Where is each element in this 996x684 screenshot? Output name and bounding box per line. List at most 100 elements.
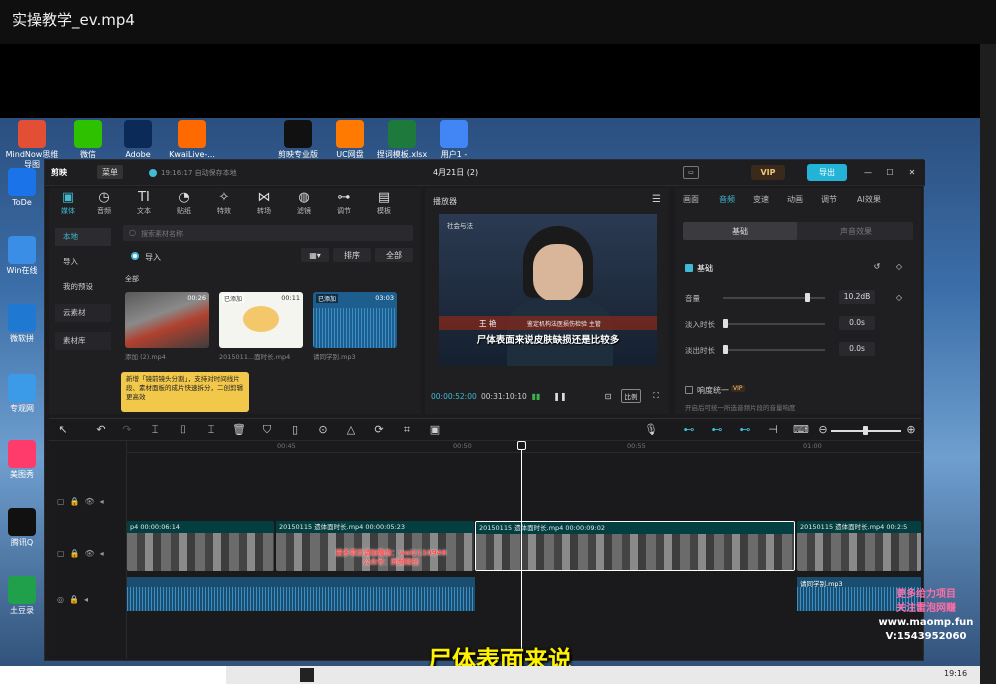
search-input[interactable]: ○ 搜索素材名称 [123, 225, 413, 241]
track-controls-3[interactable]: ◎🔒◂ [57, 595, 93, 604]
export-button[interactable]: 导出 [807, 164, 847, 181]
split-left-icon[interactable]: ⌷ [175, 423, 191, 437]
tool-audio[interactable]: ◷ 音频 [89, 190, 119, 216]
caption-icon[interactable]: ⌨ [793, 423, 809, 436]
tool-filter[interactable]: ◍ 滤镜 [289, 190, 319, 216]
subtab-sound-effect[interactable]: 声音效果 [799, 222, 913, 240]
fullscreen-icon[interactable]: ⛶ [649, 389, 663, 403]
tool-adjust[interactable]: ⊶ 调节 [329, 190, 359, 216]
fadein-slider-knob[interactable] [723, 319, 728, 328]
desktop-icon-win[interactable]: Win在线 [2, 236, 42, 276]
taskbar-search[interactable] [0, 666, 226, 684]
tool-template[interactable]: ▤ 模板 [369, 190, 399, 216]
zoom-slider-knob[interactable] [863, 426, 868, 435]
fadeout-slider-knob[interactable] [723, 345, 728, 354]
delete-icon[interactable]: 🗑 [231, 423, 247, 436]
import-radio-icon[interactable] [131, 252, 139, 260]
desktop-icon-xlsx[interactable]: 捏词模板.xlsx [374, 120, 430, 160]
desktop-icon-kwailive[interactable]: KwaiLive-... [164, 120, 220, 160]
link-icon[interactable]: ⊷ [737, 423, 753, 436]
import-label[interactable]: 导入 [145, 252, 161, 263]
desktop-icon-meitu[interactable]: 美图秀 [2, 440, 42, 480]
reverse-icon[interactable]: ⊙ [315, 423, 331, 436]
undo-icon[interactable]: ↶ [93, 423, 109, 436]
tab-animation[interactable]: 动画 [787, 194, 803, 205]
menu-button[interactable]: 菜单 [97, 165, 123, 179]
view-toggle-icon[interactable]: ▦▾ [301, 248, 329, 262]
track-controls-2[interactable]: ▢🔒👁◂ [57, 549, 109, 558]
sidebar-item-presets[interactable]: 我的预设 [55, 278, 111, 296]
desktop-icon-browser[interactable]: 专观网 [2, 374, 42, 414]
split-right-icon[interactable]: ⌶ [203, 423, 219, 437]
maximize-icon[interactable]: ☐ [883, 165, 897, 179]
filter-all-button[interactable]: 全部 [375, 248, 413, 262]
track-controls-1[interactable]: ▢🔒👁◂ [57, 497, 109, 506]
fadeout-slider[interactable] [723, 349, 825, 351]
ratio-button[interactable]: 比例 [621, 389, 641, 403]
volume-value[interactable]: 10.2dB [839, 290, 875, 304]
freeze-icon[interactable]: ▯ [287, 423, 303, 436]
fadeout-value[interactable]: 0.0s [839, 342, 875, 356]
keyframe-icon[interactable]: ◇ [893, 260, 905, 272]
video-clip-4[interactable]: 20150115 遗体面时长.mp4 00:2:5 [797, 521, 921, 571]
tab-speed[interactable]: 变速 [753, 194, 769, 205]
desktop-icon-jianying[interactable]: 剪映专业版 [270, 120, 326, 160]
video-clip-2[interactable]: 20150115 遗体面时长.mp4 00:00:05:23 更多项目请加微信：… [276, 521, 474, 571]
crop-icon[interactable]: ⌗ [399, 423, 415, 437]
sidebar-item-library[interactable]: 素材库 [55, 332, 111, 350]
tool-text[interactable]: TI 文本 [129, 190, 159, 216]
sidebar-item-local[interactable]: 本地 [55, 228, 111, 246]
sidebar-item-cloud[interactable]: 云素材 [55, 304, 111, 322]
media-thumb-3[interactable]: 已添加 03:03 [313, 292, 397, 348]
normalize-checkbox[interactable] [685, 386, 693, 394]
subtab-basic[interactable]: 基础 [683, 222, 797, 240]
tool-sticker[interactable]: ◔ 贴纸 [169, 190, 199, 216]
taskbar-app-icon[interactable] [300, 668, 314, 682]
basic-checkbox[interactable] [685, 264, 693, 272]
select-tool-icon[interactable]: ↖ [55, 423, 71, 436]
media-thumb-2[interactable]: 已添加 00:11 [219, 292, 303, 348]
desktop-icon-todesk[interactable]: ToDe [2, 168, 42, 208]
sort-button[interactable]: 排序 [333, 248, 371, 262]
sidebar-item-import[interactable]: 导入 [55, 253, 111, 271]
video-clip-1[interactable]: p4 00:00:06:14 [127, 521, 274, 571]
auto-snap-icon[interactable]: ⊷ [709, 423, 725, 436]
tool-effects[interactable]: ✧ 特效 [209, 190, 239, 216]
fadein-value[interactable]: 0.0s [839, 316, 875, 330]
fadein-slider[interactable] [723, 323, 825, 325]
tool-transition[interactable]: ⋈ 转场 [249, 190, 279, 216]
playhead[interactable] [521, 441, 522, 659]
volume-keyframe-icon[interactable]: ◇ [893, 291, 905, 303]
vip-button[interactable]: VIP [751, 165, 785, 180]
mirror-icon[interactable]: △ [343, 423, 359, 436]
volume-slider[interactable] [723, 297, 825, 299]
fit-icon[interactable]: ⊡ [601, 389, 615, 403]
microphone-icon[interactable]: 🎙 [643, 423, 659, 436]
preview-axis-icon[interactable]: ⊣ [765, 423, 781, 436]
main-track-magnet-icon[interactable]: ⊷ [681, 423, 697, 436]
layout-icon[interactable]: ▭ [683, 166, 699, 179]
split-icon[interactable]: ⌶ [147, 423, 163, 437]
tool-media[interactable]: ▣ 媒体 [53, 190, 83, 216]
playhead-handle[interactable] [517, 441, 526, 450]
pause-icon[interactable]: ❚❚ [553, 389, 567, 403]
player-menu-icon[interactable]: ☰ [652, 194, 661, 205]
media-thumb-1[interactable]: 00:26 [125, 292, 209, 348]
desktop-icon-qq[interactable]: 腾讯Q [2, 508, 42, 548]
audio-clip-1[interactable] [127, 577, 475, 611]
tab-adjust[interactable]: 调节 [821, 194, 837, 205]
desktop-icon-wechat[interactable]: 微信 [60, 120, 116, 160]
minimize-icon[interactable]: — [861, 165, 875, 179]
tab-picture[interactable]: 画面 [683, 194, 699, 205]
video-preview[interactable]: 社会与法 王 艳 鉴定机构法医损伤检验 主管 尸体表面来说皮肤缺损还是比较多 [439, 214, 657, 366]
video-clip-3-selected[interactable]: 20150115 遗体面时长.mp4 00:00:09:02 [475, 521, 795, 571]
desktop-icon-pinyin[interactable]: 微软拼 [2, 304, 42, 344]
desktop-icon-tudou[interactable]: 土豆录 [2, 576, 42, 616]
desktop-icon-uc[interactable]: UC网盘 [322, 120, 378, 160]
tab-ai-effects[interactable]: AI效果 [857, 194, 881, 205]
reset-icon[interactable]: ↺ [871, 260, 883, 272]
zoom-in-icon[interactable]: ⊕ [903, 423, 919, 436]
close-icon[interactable]: ✕ [905, 165, 919, 179]
redo-icon[interactable]: ↷ [119, 423, 135, 436]
volume-slider-knob[interactable] [804, 293, 810, 302]
